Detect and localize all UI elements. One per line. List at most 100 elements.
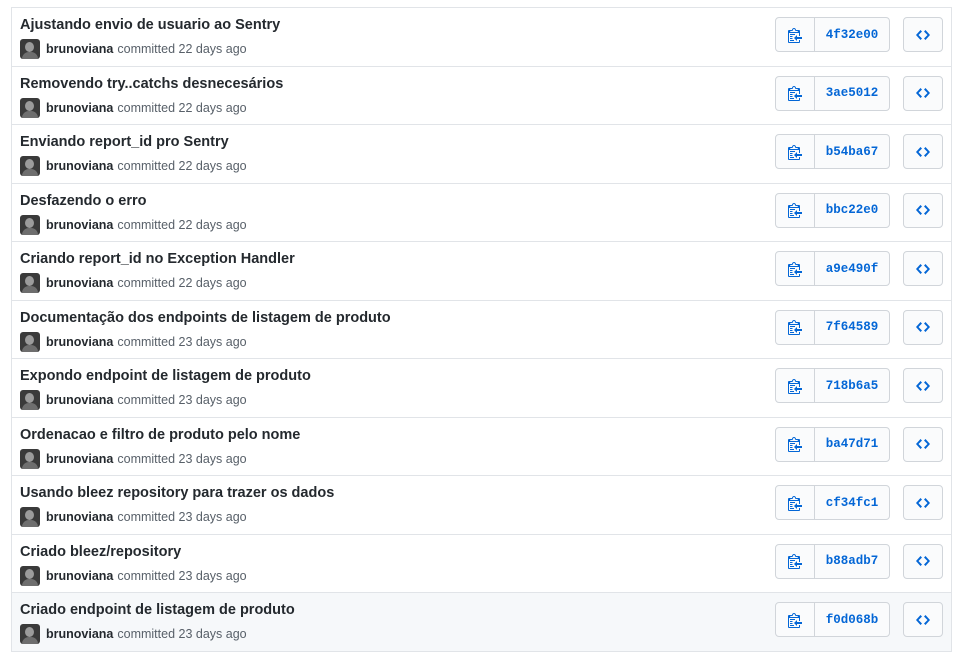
- commit-row: Ordenacao e filtro de produto pelo nome …: [12, 417, 951, 476]
- commit-author-link[interactable]: brunoviana: [46, 627, 113, 641]
- commit-message-link[interactable]: Enviando report_id pro Sentry: [20, 134, 229, 150]
- code-icon: [916, 146, 930, 157]
- browse-files-button[interactable]: [903, 75, 943, 111]
- commit-sha-link[interactable]: 4f32e00: [815, 18, 889, 51]
- copy-sha-button[interactable]: [776, 252, 815, 285]
- commit-sha-group: b54ba67: [775, 134, 890, 169]
- avatar[interactable]: [20, 565, 40, 586]
- commit-message-link[interactable]: Ajustando envio de usuario ao Sentry: [20, 17, 280, 33]
- browse-files-button[interactable]: [903, 485, 943, 520]
- browse-files-button[interactable]: [903, 192, 943, 228]
- clipboard-icon: [788, 554, 802, 569]
- commit-author-link[interactable]: brunoviana: [46, 101, 113, 115]
- avatar[interactable]: [20, 214, 40, 235]
- commit-meta: brunoviana committed 23 days ago: [20, 507, 247, 527]
- copy-sha-button[interactable]: [776, 603, 815, 636]
- browse-files-button[interactable]: [903, 602, 943, 637]
- commit-sha-link[interactable]: bbc22e0: [815, 194, 889, 227]
- avatar[interactable]: [20, 97, 40, 118]
- commit-row: Usando bleez repository para trazer os d…: [12, 476, 951, 535]
- commit-sha-group: 4f32e00: [775, 17, 890, 52]
- avatar[interactable]: [20, 156, 40, 176]
- code-icon: [916, 88, 930, 98]
- copy-sha-button[interactable]: [776, 369, 815, 402]
- commit-author-link[interactable]: brunoviana: [46, 218, 113, 232]
- copy-sha-button[interactable]: [776, 544, 815, 578]
- commit-time: committed 22 days ago: [117, 217, 247, 232]
- copy-sha-button[interactable]: [776, 193, 815, 227]
- copy-sha-button[interactable]: [776, 486, 815, 519]
- code-icon: [916, 322, 930, 332]
- code-icon: [916, 556, 930, 566]
- commit-row: Expondo endpoint de listagem de produto …: [12, 359, 951, 418]
- commit-list: Ajustando envio de usuario ao Sentry bru…: [11, 7, 952, 652]
- commit-time: committed 23 days ago: [117, 393, 247, 407]
- commit-sha-link[interactable]: ba47d71: [815, 428, 889, 461]
- commit-message-link[interactable]: Usando bleez repository para trazer os d…: [20, 485, 334, 501]
- commit-message-link[interactable]: Expondo endpoint de listagem de produto: [20, 368, 311, 384]
- commit-message-link[interactable]: Removendo try..catchs desnecesários: [20, 76, 283, 92]
- copy-sha-button[interactable]: [776, 310, 815, 344]
- commit-message-link[interactable]: Criando report_id no Exception Handler: [20, 251, 295, 267]
- commit-sha-link[interactable]: cf34fc1: [815, 486, 889, 519]
- commit-row: Criando report_id no Exception Handler b…: [12, 242, 951, 301]
- code-icon: [916, 380, 930, 391]
- copy-sha-button[interactable]: [776, 427, 815, 461]
- commit-time: committed 23 days ago: [117, 451, 247, 466]
- copy-sha-button[interactable]: [776, 76, 815, 110]
- code-icon: [916, 439, 930, 449]
- avatar[interactable]: [20, 390, 40, 410]
- commit-time: committed 23 days ago: [117, 568, 247, 583]
- commit-author-link[interactable]: brunoviana: [46, 452, 113, 466]
- commit-sha-link[interactable]: 7f64589: [815, 311, 889, 344]
- commit-message-link[interactable]: Desfazendo o erro: [20, 193, 147, 209]
- avatar[interactable]: [20, 39, 40, 59]
- commit-message-link[interactable]: Ordenacao e filtro de produto pelo nome: [20, 427, 300, 443]
- avatar[interactable]: [20, 331, 40, 352]
- commit-author-link[interactable]: brunoviana: [46, 276, 113, 290]
- commit-author-link[interactable]: brunoviana: [46, 42, 113, 56]
- commit-sha-link[interactable]: 3ae5012: [815, 77, 889, 110]
- commit-author-link[interactable]: brunoviana: [46, 335, 113, 349]
- commit-sha-link[interactable]: 718b6a5: [815, 369, 889, 402]
- commit-author-link[interactable]: brunoviana: [46, 159, 113, 173]
- copy-sha-button[interactable]: [776, 18, 815, 51]
- commit-meta: brunoviana committed 22 days ago: [20, 156, 247, 176]
- commit-sha-group: 3ae5012: [775, 75, 890, 111]
- clipboard-icon: [788, 203, 802, 218]
- commit-time: committed 23 days ago: [117, 334, 247, 349]
- commit-row: Removendo try..catchs desnecesários brun…: [12, 66, 951, 125]
- commit-row: Enviando report_id pro Sentry brunoviana…: [12, 125, 951, 184]
- commit-author-link[interactable]: brunoviana: [46, 393, 113, 407]
- avatar[interactable]: [20, 448, 40, 469]
- browse-files-button[interactable]: [903, 251, 943, 286]
- commit-row: Documentação dos endpoints de listagem d…: [12, 300, 951, 359]
- commit-sha-link[interactable]: b88adb7: [815, 545, 889, 578]
- commit-author-link[interactable]: brunoviana: [46, 569, 113, 583]
- browse-files-button[interactable]: [903, 426, 943, 462]
- clipboard-icon: [788, 378, 802, 394]
- commit-sha-link[interactable]: f0d068b: [815, 603, 889, 636]
- commit-sha-link[interactable]: b54ba67: [815, 135, 889, 168]
- commit-message-link[interactable]: Criado bleez/repository: [20, 544, 181, 560]
- browse-files-button[interactable]: [903, 543, 943, 579]
- clipboard-icon: [788, 27, 802, 43]
- avatar[interactable]: [20, 507, 40, 527]
- commit-message-link[interactable]: Documentação dos endpoints de listagem d…: [20, 310, 391, 326]
- browse-files-button[interactable]: [903, 309, 943, 345]
- avatar[interactable]: [20, 273, 40, 293]
- browse-files-button[interactable]: [903, 17, 943, 52]
- browse-files-button[interactable]: [903, 368, 943, 403]
- commit-sha-link[interactable]: a9e490f: [815, 252, 889, 285]
- commit-time: committed 23 days ago: [117, 510, 247, 524]
- commit-time: committed 22 days ago: [117, 159, 247, 173]
- commit-sha-group: cf34fc1: [775, 485, 890, 520]
- commit-sha-group: a9e490f: [775, 251, 890, 286]
- avatar[interactable]: [20, 624, 40, 644]
- browse-files-button[interactable]: [903, 134, 943, 169]
- commit-message-link[interactable]: Criado endpoint de listagem de produto: [20, 602, 295, 618]
- commit-author-link[interactable]: brunoviana: [46, 510, 113, 524]
- commit-meta: brunoviana committed 23 days ago: [20, 448, 247, 469]
- copy-sha-button[interactable]: [776, 135, 815, 168]
- commit-meta: brunoviana committed 22 days ago: [20, 97, 247, 118]
